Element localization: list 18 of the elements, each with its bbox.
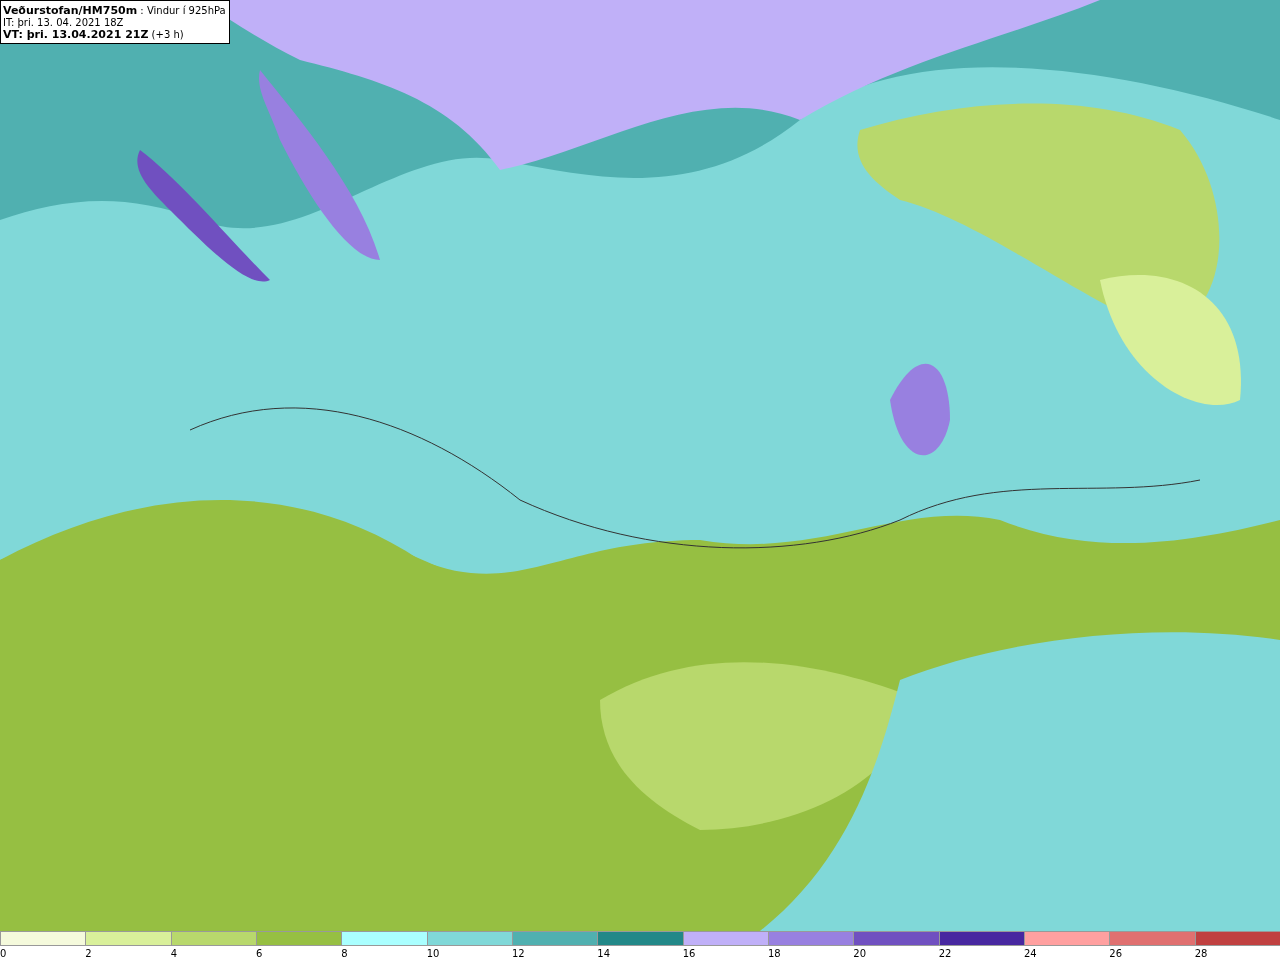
legend-label: 28 bbox=[1194, 948, 1208, 960]
legend-label: 16 bbox=[682, 948, 696, 960]
legend-label: 4 bbox=[170, 948, 178, 960]
legend-label: 6 bbox=[256, 948, 263, 960]
legend-label: 14 bbox=[597, 948, 611, 960]
legend-label: 18 bbox=[768, 948, 781, 960]
legend-label: 22 bbox=[938, 948, 952, 960]
title-text: Veðurstofan/HM750m : Vindur í 925hPa bbox=[3, 5, 226, 17]
legend-label: 12 bbox=[512, 948, 525, 960]
legend-label: 26 bbox=[1109, 948, 1123, 960]
legend-label: 24 bbox=[1024, 948, 1037, 960]
title-text: VT: þri. 13.04.2021 21Z (+3 h) bbox=[3, 29, 185, 41]
legend-label: 8 bbox=[341, 948, 348, 960]
title-text: IT: þri. 13. 04. 2021 18Z bbox=[3, 17, 125, 29]
legend-label: 20 bbox=[853, 948, 867, 960]
legend-label: 0 bbox=[0, 948, 7, 960]
legend-label: 2 bbox=[85, 948, 92, 960]
legend-label: 10 bbox=[426, 948, 440, 960]
